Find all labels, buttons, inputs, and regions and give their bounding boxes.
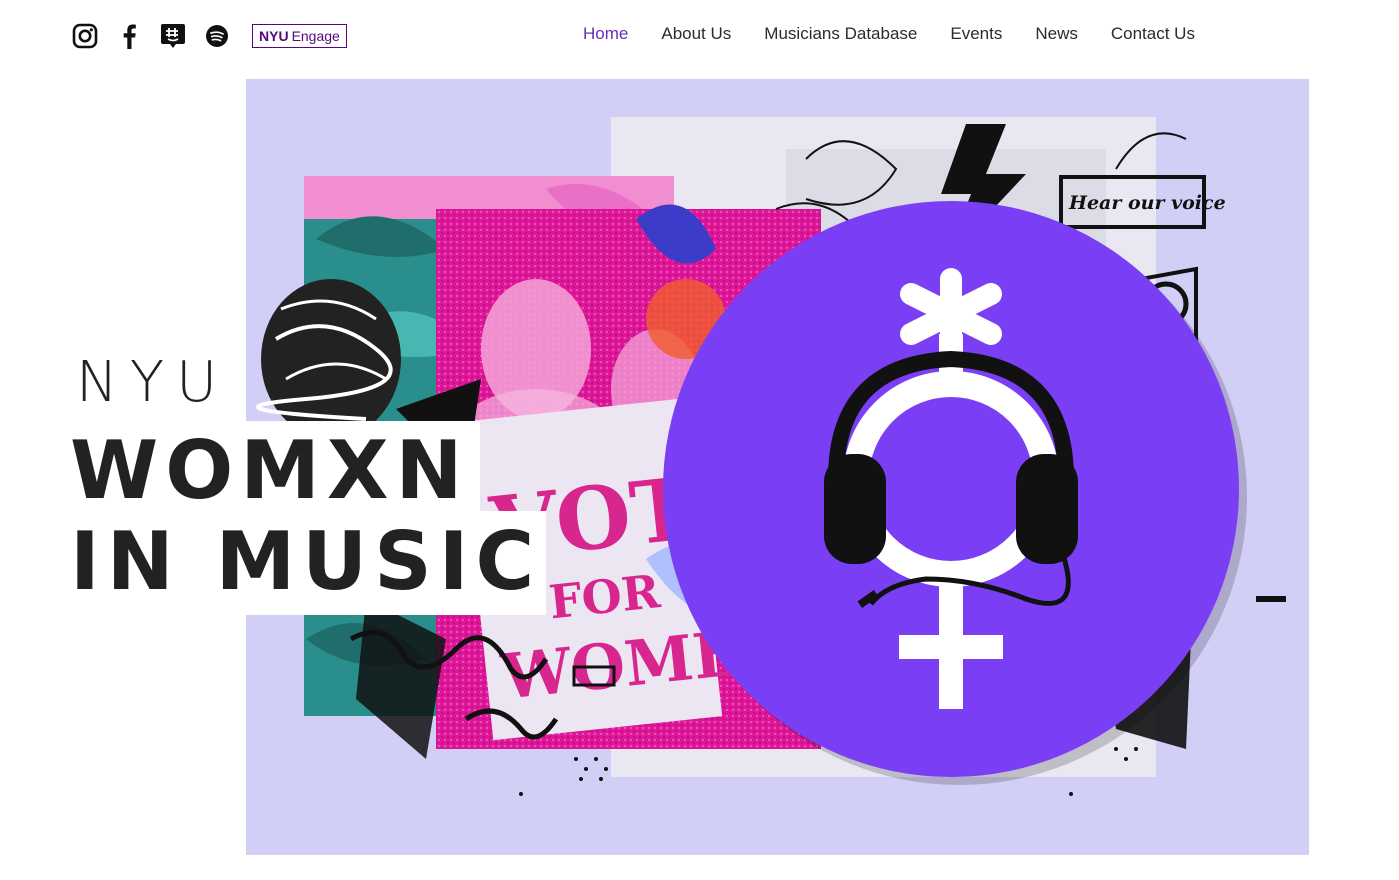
hero-prefix: NYU — [76, 350, 230, 415]
nav-contact-us[interactable]: Contact Us — [1111, 24, 1195, 44]
engage-label: Engage — [291, 28, 340, 44]
nav-news[interactable]: News — [1035, 24, 1078, 44]
nyu-engage-badge[interactable]: NYU Engage — [252, 24, 347, 48]
instagram-icon[interactable] — [70, 21, 100, 51]
social-links: NYU Engage — [70, 20, 347, 52]
nav-home[interactable]: Home — [583, 24, 628, 44]
main-nav: Home About Us Musicians Database Events … — [583, 24, 1228, 44]
hero-title-line1: WOMXN — [70, 424, 470, 517]
groupme-icon[interactable] — [158, 21, 188, 51]
nav-musicians-database[interactable]: Musicians Database — [764, 24, 917, 44]
hero-title-line2: IN MUSIC — [70, 515, 542, 608]
engage-bold-label: NYU — [259, 28, 289, 44]
nav-about-us[interactable]: About Us — [661, 24, 731, 44]
nav-events[interactable]: Events — [950, 24, 1002, 44]
spotify-icon[interactable] — [202, 21, 232, 51]
facebook-icon[interactable] — [114, 21, 144, 51]
collage-note: Hear our voice — [1068, 192, 1226, 214]
